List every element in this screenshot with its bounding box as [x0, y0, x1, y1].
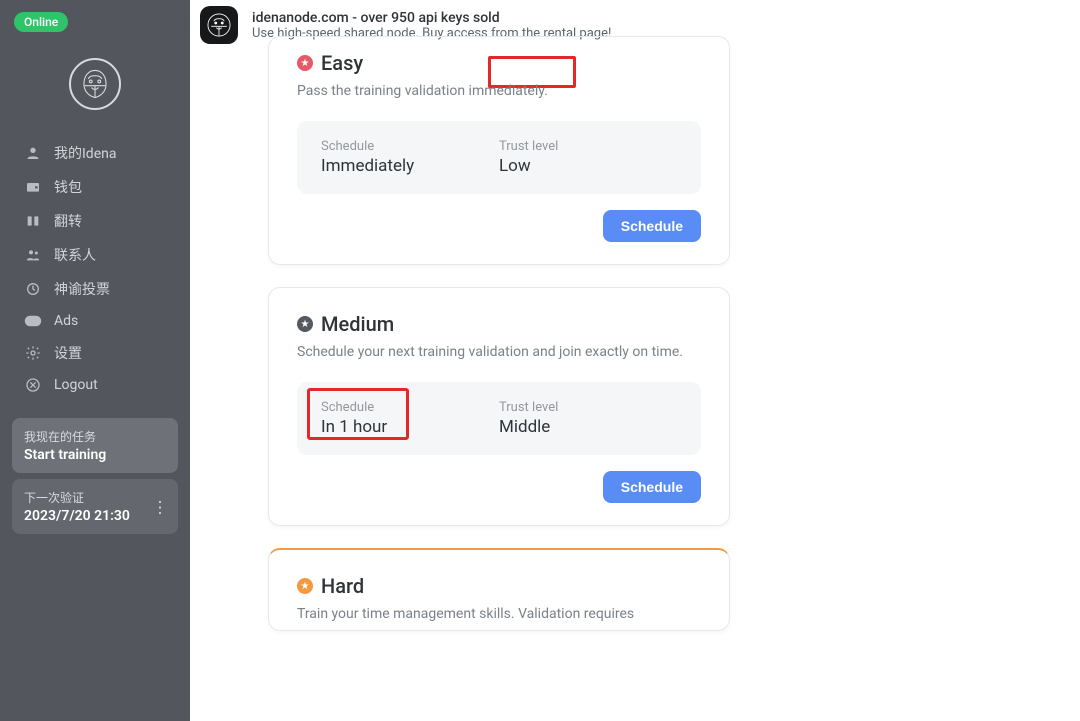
more-icon[interactable]: ⋮: [152, 497, 168, 516]
logout-icon: [24, 377, 42, 393]
card-title: Medium: [321, 312, 394, 336]
oracle-icon: [24, 281, 42, 297]
nav-item-ads[interactable]: Ads: [4, 306, 186, 336]
task-date: 2023/7/20 21:30: [24, 508, 166, 524]
trust-label: Trust level: [499, 400, 677, 415]
online-status-badge: Online: [14, 12, 68, 32]
nav-label: 联系人: [54, 245, 96, 265]
flip-icon: [24, 213, 42, 229]
schedule-label: Schedule: [321, 139, 499, 154]
idena-logo-icon: [69, 58, 121, 110]
nav-label: Logout: [54, 377, 98, 393]
trust-label: Trust level: [499, 139, 677, 154]
card-desc: Train your time management skills. Valid…: [297, 606, 701, 622]
banner-title: idenanode.com - over 950 api keys sold: [252, 10, 611, 26]
card-easy: ★ Easy Pass the training validation imme…: [268, 36, 730, 265]
schedule-value: In 1 hour: [321, 417, 499, 437]
nav-item-my-idena[interactable]: 我的Idena: [4, 136, 186, 170]
nav-list: 我的Idena 钱包 翻转 联系人 神谕投票 Ads 设置 Logout: [0, 136, 190, 400]
logo: [0, 58, 190, 110]
wallet-icon: [24, 179, 42, 195]
task-card-current[interactable]: 我现在的任务 Start training: [12, 418, 178, 473]
schedule-value: Immediately: [321, 156, 499, 176]
task-card-next-validation[interactable]: 下一次验证 2023/7/20 21:30 ⋮: [12, 479, 178, 534]
sidebar: Online 我的Idena 钱包 翻转 联系人: [0, 0, 190, 721]
person-icon: [24, 145, 42, 161]
nav-label: 神谕投票: [54, 279, 110, 299]
trust-value: Middle: [499, 417, 677, 437]
schedule-button[interactable]: Schedule: [603, 210, 701, 242]
star-icon: ★: [297, 578, 313, 594]
card-medium: ★ Medium Schedule your next training val…: [268, 287, 730, 526]
task-main: Start training: [24, 447, 166, 463]
trust-value: Low: [499, 156, 677, 176]
card-desc: Pass the training validation immediately…: [297, 83, 701, 99]
card-desc: Schedule your next training validation a…: [297, 344, 701, 360]
nav-label: Ads: [54, 313, 78, 329]
nav-label: 我的Idena: [54, 143, 116, 163]
info-box: Schedule Immediately Trust level Low: [297, 121, 701, 194]
card-title: Hard: [321, 574, 364, 598]
star-icon: ★: [297, 316, 313, 332]
card-hard: ★ Hard Train your time management skills…: [268, 548, 730, 631]
task-label: 下一次验证: [24, 489, 166, 506]
contacts-icon: [24, 247, 42, 263]
nav-item-oracle[interactable]: 神谕投票: [4, 272, 186, 306]
card-title: Easy: [321, 51, 363, 75]
main-content: idenanode.com - over 950 api keys sold U…: [190, 0, 1080, 721]
nav-item-contacts[interactable]: 联系人: [4, 238, 186, 272]
nav-item-settings[interactable]: 设置: [4, 336, 186, 370]
star-icon: ★: [297, 55, 313, 71]
schedule-button[interactable]: Schedule: [603, 471, 701, 503]
ads-icon: [24, 314, 42, 328]
nav-item-logout[interactable]: Logout: [4, 370, 186, 400]
nav-label: 翻转: [54, 211, 82, 231]
nav-item-wallet[interactable]: 钱包: [4, 170, 186, 204]
info-box: Schedule In 1 hour Trust level Middle: [297, 382, 701, 455]
task-label: 我现在的任务: [24, 428, 166, 445]
schedule-label: Schedule: [321, 400, 499, 415]
banner-avatar-icon: [200, 6, 238, 44]
nav-item-flips[interactable]: 翻转: [4, 204, 186, 238]
nav-label: 钱包: [54, 177, 82, 197]
nav-label: 设置: [54, 343, 82, 363]
gear-icon: [24, 345, 42, 361]
